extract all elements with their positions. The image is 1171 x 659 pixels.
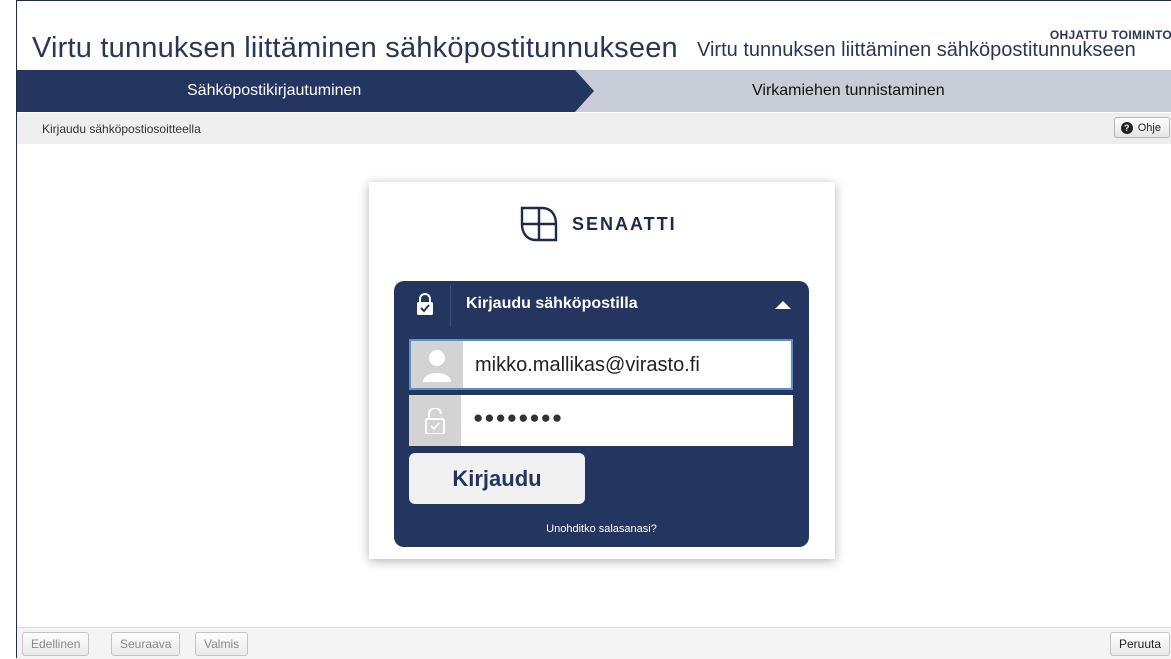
login-card: SENAATTI Kirjaudu sähköpostilla mikko.ma… xyxy=(369,182,835,559)
senaatti-logo: SENAATTI xyxy=(518,204,677,244)
logo-text: SENAATTI xyxy=(572,213,677,234)
next-button[interactable]: Seuraava xyxy=(111,632,181,656)
step-email-login: Sähköpostikirjautuminen xyxy=(17,70,594,112)
lock-check-icon xyxy=(417,293,433,315)
wizard-steps: Sähköpostikirjautuminen Virkamiehen tunn… xyxy=(17,70,1171,112)
step-official-identification-label: Virkamiehen tunnistaminen xyxy=(752,82,945,99)
senaatti-logo-icon xyxy=(520,206,558,242)
instruction-bar: Kirjaudu sähköpostiosoitteella ? Ohje xyxy=(17,113,1171,144)
instruction-text: Kirjaudu sähköpostiosoitteella xyxy=(42,122,201,136)
unlocked-padlock-icon xyxy=(409,395,461,446)
header-divider xyxy=(450,285,451,327)
email-value: mikko.mallikas@virasto.fi xyxy=(475,354,700,376)
panel-header[interactable]: Kirjaudu sähköpostilla xyxy=(394,281,809,327)
help-button[interactable]: ? Ohje xyxy=(1113,117,1170,138)
panel-title: Kirjaudu sähköpostilla xyxy=(466,295,638,312)
chevron-up-icon[interactable] xyxy=(775,301,791,309)
email-login-panel: Kirjaudu sähköpostilla mikko.mallikas@vi… xyxy=(394,281,809,547)
app-frame: Virtu tunnuksen liittäminen sähköpostitu… xyxy=(16,0,1171,659)
wizard-footer: Edellinen Seuraava Valmis Peruuta xyxy=(17,627,1171,659)
step-email-login-label: Sähköpostikirjautuminen xyxy=(187,82,362,99)
page-title: Virtu tunnuksen liittäminen sähköpostitu… xyxy=(32,32,678,64)
previous-button[interactable]: Edellinen xyxy=(22,632,90,656)
guided-mode-label: OHJATTU TOIMINTO xyxy=(1049,28,1171,42)
title-row: Virtu tunnuksen liittäminen sähköpostitu… xyxy=(17,1,1171,65)
password-value: ●●●●●●●● xyxy=(473,408,564,427)
question-icon: ? xyxy=(1120,121,1133,134)
forgot-password-link[interactable]: Unohditko salasanasi? xyxy=(394,523,809,535)
page-subtitle: Virtu tunnuksen liittäminen sähköpostitu… xyxy=(697,39,1136,61)
password-field[interactable]: ●●●●●●●● xyxy=(409,395,793,446)
user-icon xyxy=(411,341,463,388)
help-button-label: Ohje xyxy=(1137,121,1161,134)
done-button[interactable]: Valmis xyxy=(195,632,249,656)
email-field[interactable]: mikko.mallikas@virasto.fi xyxy=(409,339,793,390)
cancel-button[interactable]: Peruuta xyxy=(1109,632,1170,656)
login-button[interactable]: Kirjaudu xyxy=(409,453,585,504)
